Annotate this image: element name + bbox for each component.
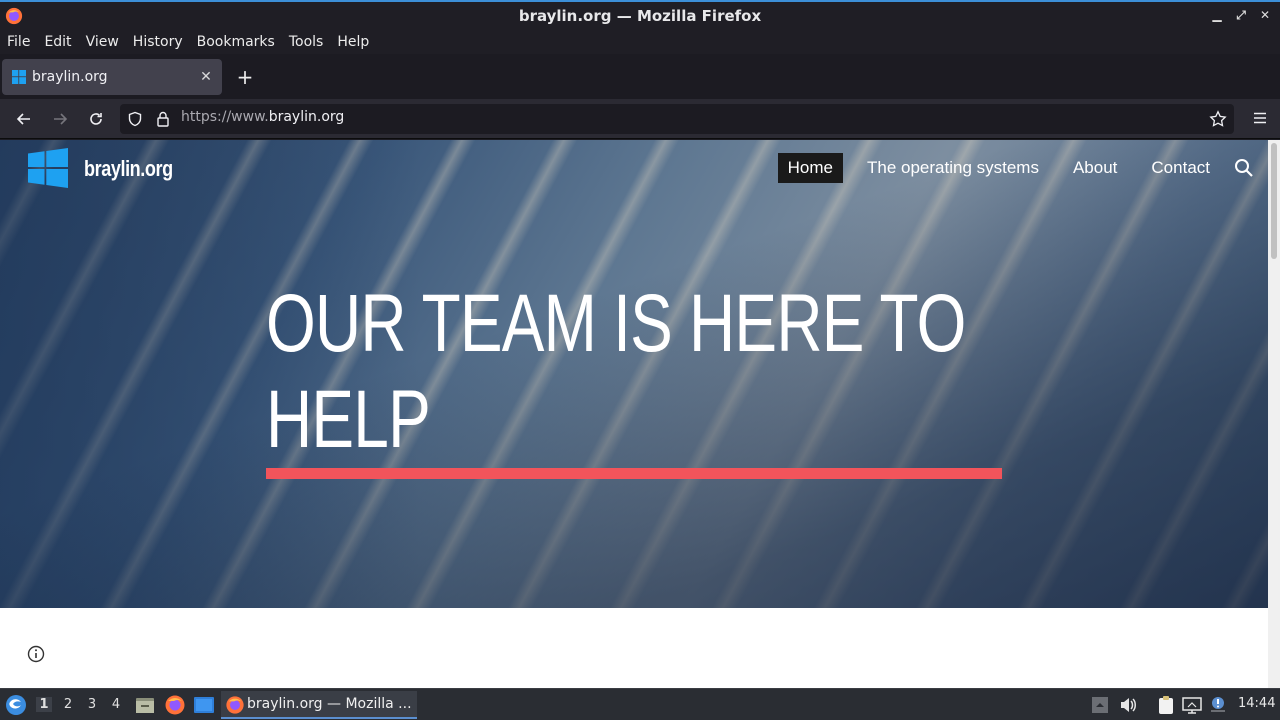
menu-bar: File Edit View History Bookmarks Tools H…: [0, 29, 1280, 54]
menu-tools[interactable]: Tools: [289, 34, 324, 50]
lock-icon[interactable]: [155, 110, 171, 128]
hamburger-menu-icon[interactable]: [1252, 110, 1268, 126]
menu-view[interactable]: View: [86, 34, 119, 50]
forward-button[interactable]: [49, 108, 71, 130]
tray-up-arrow-icon[interactable]: [1090, 695, 1110, 715]
volume-icon[interactable]: [1118, 695, 1138, 715]
network-icon[interactable]: [1182, 695, 1202, 715]
bookmark-star-icon[interactable]: [1209, 110, 1227, 128]
firefox-logo-icon: [5, 7, 23, 25]
nav-operating-systems[interactable]: The operating systems: [857, 153, 1049, 183]
navigation-bar: https://www.braylin.org: [0, 99, 1280, 139]
firefox-launcher-icon[interactable]: [164, 694, 186, 716]
menu-history[interactable]: History: [133, 34, 183, 50]
reload-icon: [90, 113, 102, 125]
minimize-icon[interactable]: ▁: [1210, 8, 1224, 23]
hero-heading: OUR TEAM IS HERE TO HELP: [266, 278, 966, 465]
back-arrow-icon: [16, 113, 30, 125]
tab-label: braylin.org: [32, 69, 108, 85]
url-bar[interactable]: https://www.braylin.org: [120, 104, 1234, 134]
nav-about[interactable]: About: [1063, 153, 1127, 183]
taskbar: 1 2 3 4 braylin.org — Mozilla ... 14:44: [0, 688, 1280, 720]
menu-bookmarks[interactable]: Bookmarks: [197, 34, 275, 50]
menu-edit[interactable]: Edit: [44, 34, 71, 50]
shield-icon[interactable]: [127, 111, 143, 127]
clipboard-icon[interactable]: [1156, 695, 1176, 715]
forward-arrow-icon: [54, 113, 68, 125]
tab-strip: braylin.org ✕ +: [0, 54, 1280, 99]
info-icon[interactable]: [27, 645, 45, 663]
taskbar-firefox-window[interactable]: braylin.org — Mozilla ...: [221, 691, 417, 719]
tab-braylin[interactable]: braylin.org ✕: [2, 59, 222, 95]
notification-icon[interactable]: [1208, 695, 1228, 715]
nav-contact[interactable]: Contact: [1141, 153, 1220, 183]
window-titlebar: braylin.org — Mozilla Firefox ▁ ⤢ ✕: [0, 0, 1280, 29]
url-text[interactable]: https://www.braylin.org: [181, 109, 344, 125]
window-title: braylin.org — Mozilla Firefox: [518, 6, 762, 25]
workspace-2[interactable]: 2: [60, 697, 76, 712]
menu-help[interactable]: Help: [337, 34, 369, 50]
search-icon[interactable]: [1234, 158, 1254, 178]
file-manager-icon[interactable]: [134, 694, 156, 716]
hero-banner: braylin.org Home The operating systems A…: [0, 140, 1268, 608]
reload-button[interactable]: [85, 108, 107, 130]
clock[interactable]: 14:44: [1238, 696, 1275, 711]
web-page: braylin.org Home The operating systems A…: [0, 140, 1268, 688]
close-icon[interactable]: ✕: [1258, 8, 1272, 23]
workspace-3[interactable]: 3: [84, 697, 100, 712]
scrollbar-thumb[interactable]: [1271, 143, 1277, 259]
close-tab-icon[interactable]: ✕: [196, 69, 216, 85]
workspace-4[interactable]: 4: [108, 697, 124, 712]
terminal-launcher-icon[interactable]: [193, 694, 215, 716]
hero-underline: [266, 468, 1002, 479]
menu-file[interactable]: File: [7, 34, 30, 50]
site-logo-icon[interactable]: [28, 148, 68, 188]
maximize-icon[interactable]: ⤢: [1234, 8, 1248, 23]
windows-logo-icon: [12, 70, 26, 84]
firefox-window-icon: [226, 696, 244, 714]
start-menu-icon[interactable]: [5, 694, 27, 716]
workspace-1[interactable]: 1: [36, 697, 52, 712]
site-name[interactable]: braylin.org: [84, 156, 173, 182]
page-scrollbar[interactable]: [1268, 140, 1280, 688]
site-navigation: Home The operating systems About Contact: [777, 153, 1268, 183]
new-tab-button[interactable]: +: [234, 66, 256, 88]
nav-home[interactable]: Home: [777, 153, 843, 183]
taskbar-window-label: braylin.org — Mozilla ...: [247, 696, 412, 712]
back-button[interactable]: [13, 108, 35, 130]
